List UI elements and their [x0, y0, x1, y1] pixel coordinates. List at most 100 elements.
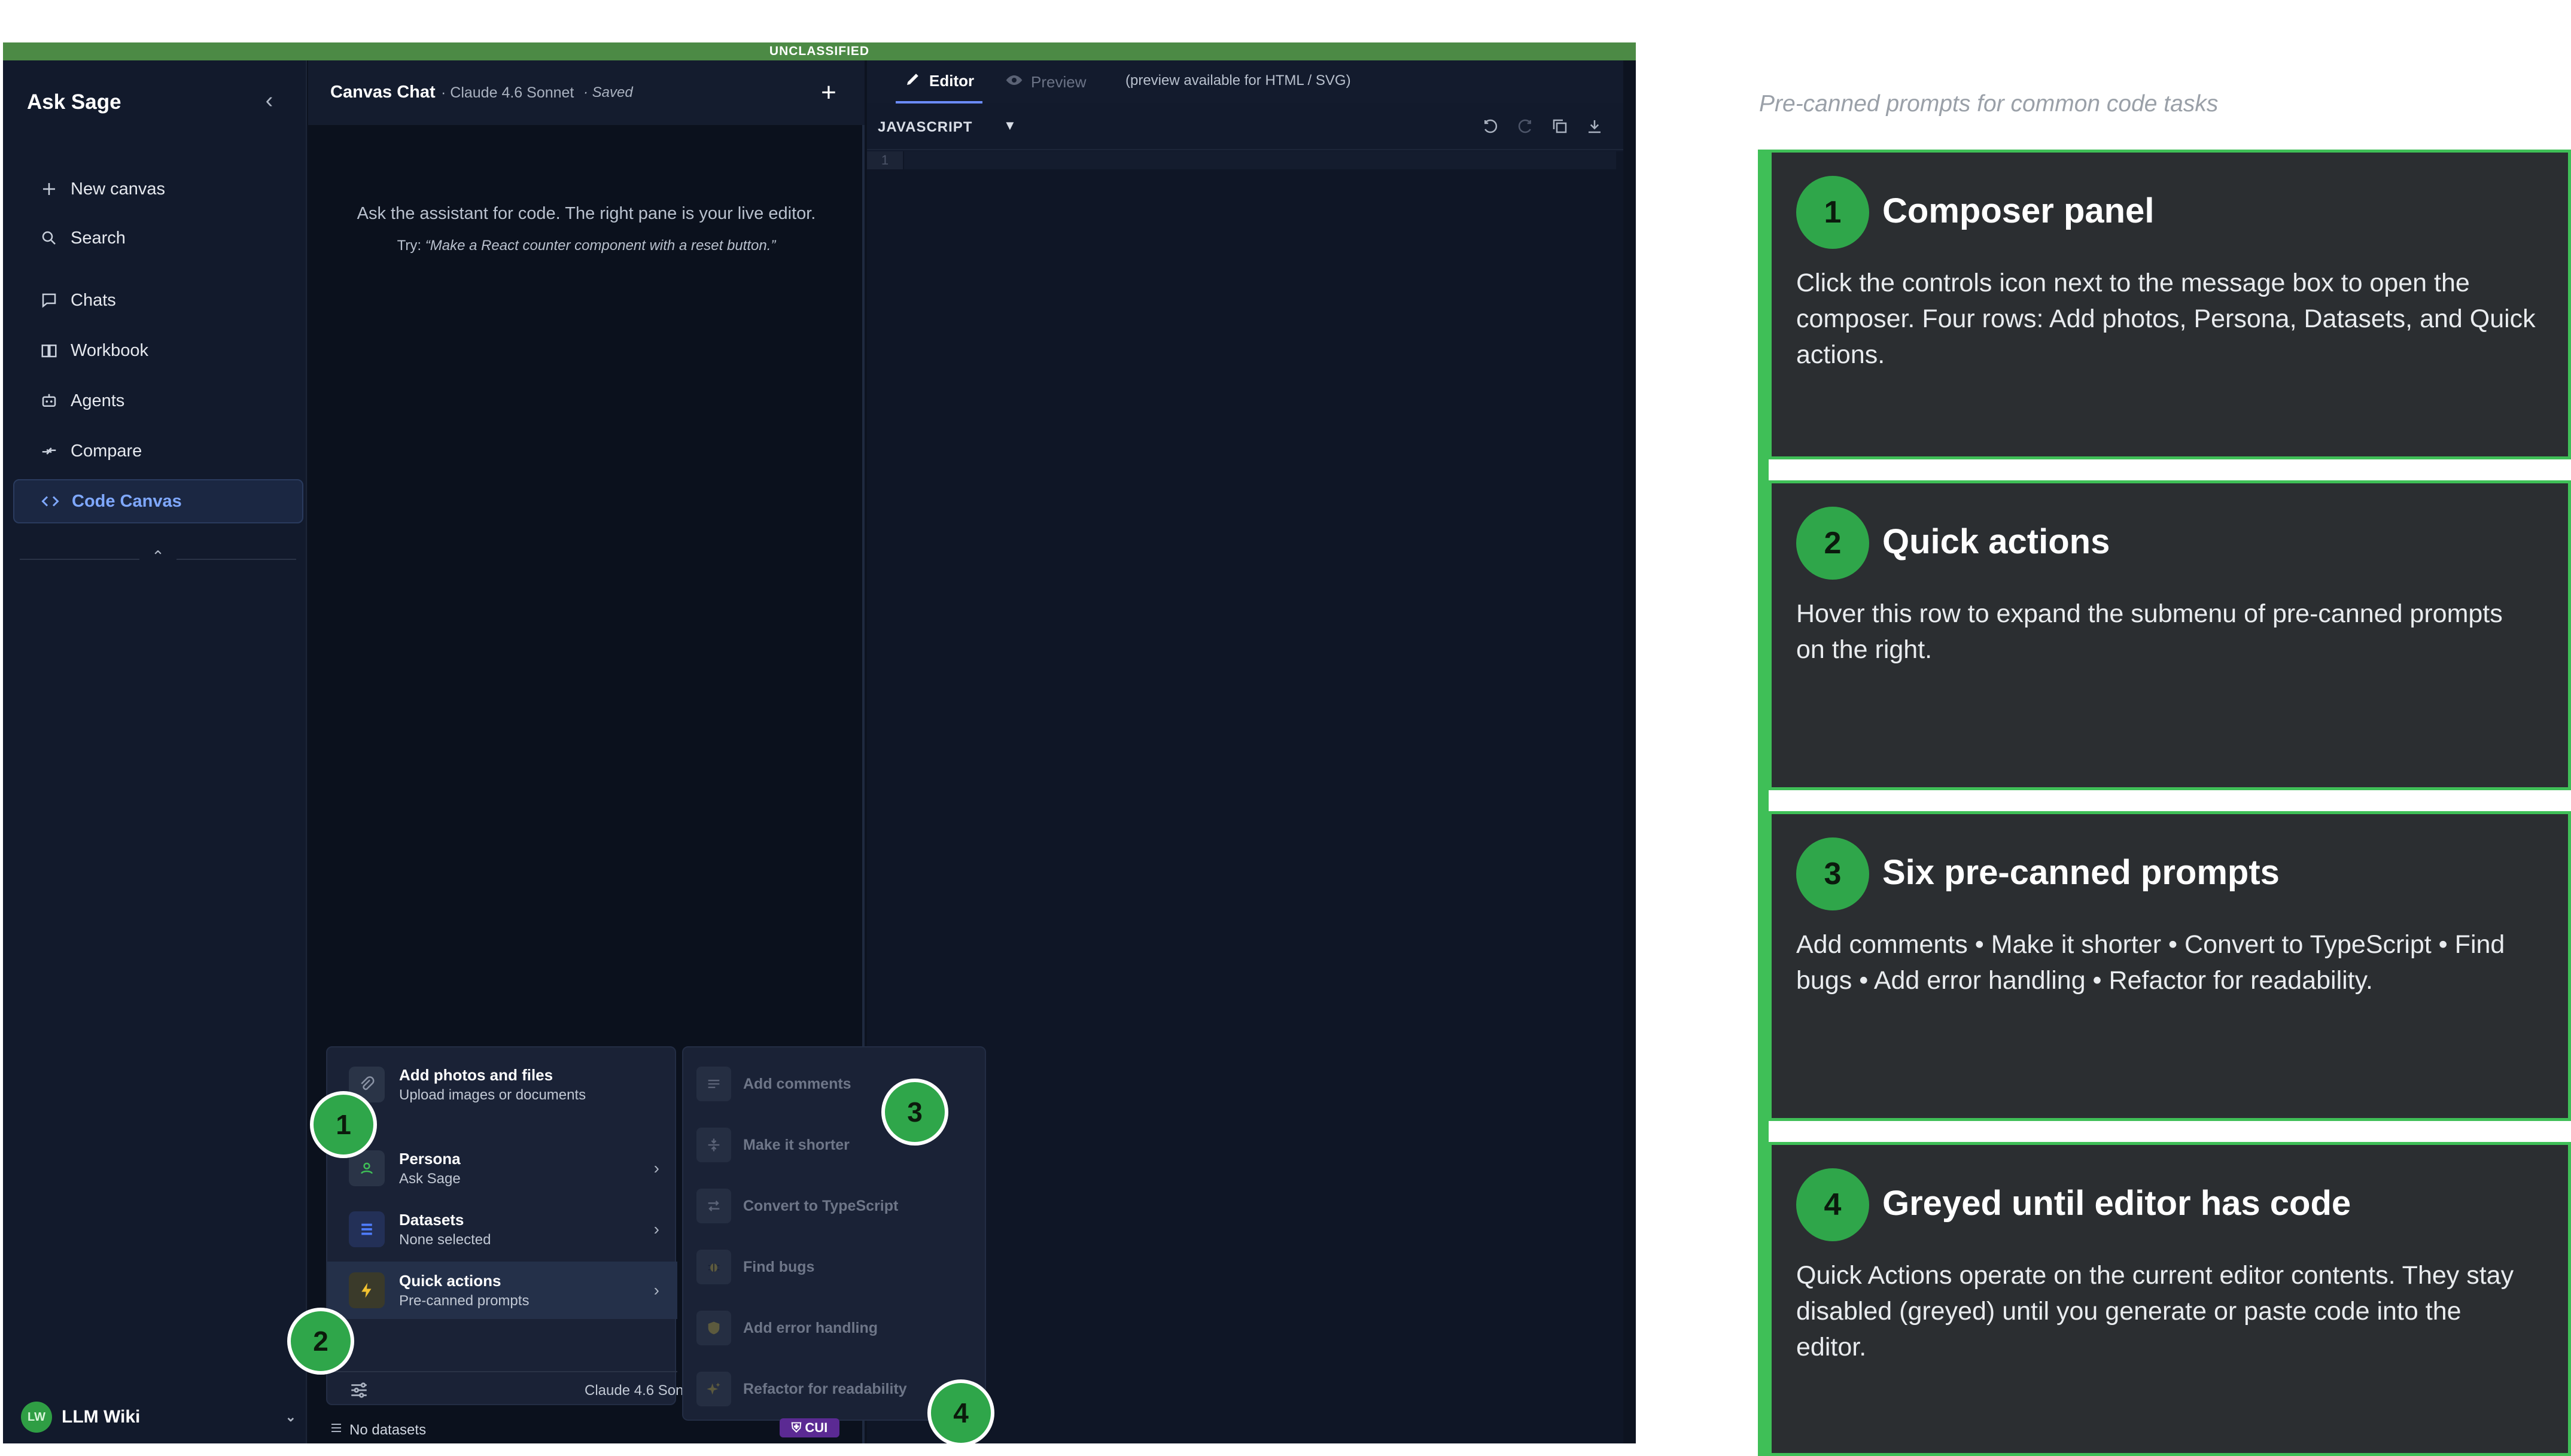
chevron-right-icon: › — [653, 1220, 659, 1238]
language-select[interactable]: JAVASCRIPT — [878, 119, 972, 136]
composer-row-title: Add photos and files — [399, 1065, 553, 1084]
datasets-status-label: No datasets — [349, 1421, 427, 1438]
chat-bubble-icon — [38, 290, 60, 311]
collapse-sidebar-button[interactable]: ‹ — [254, 87, 284, 117]
search-icon — [38, 227, 60, 249]
line-number: 1 — [867, 151, 903, 169]
chat-try-example: Try: “Make a React counter component wit… — [308, 237, 865, 254]
lines-icon — [696, 1067, 731, 1101]
pencil-icon — [904, 70, 922, 92]
copy-icon — [1551, 117, 1569, 138]
preview-note: (preview available for HTML / SVG) — [1125, 72, 1351, 89]
card-body: Add comments • Make it shorter • Convert… — [1796, 930, 2505, 995]
avatar: LW — [21, 1402, 52, 1433]
list-icon — [349, 1211, 385, 1247]
sidebar-item-workbook[interactable]: Workbook — [13, 328, 303, 373]
model-label: · Claude 4.6 Sonnet — [441, 84, 574, 101]
redo-icon — [1516, 117, 1534, 138]
book-icon — [38, 340, 60, 361]
bug-icon — [696, 1250, 731, 1284]
shield-icon — [696, 1311, 731, 1345]
plus-icon — [38, 178, 60, 200]
saved-status: · Saved — [583, 84, 633, 100]
sidebar-item-chats[interactable]: Chats — [13, 278, 303, 322]
undo-button[interactable] — [1478, 115, 1502, 139]
tab-editor[interactable]: Editor — [896, 60, 983, 103]
list-icon — [329, 1421, 343, 1439]
chat-title: Canvas Chat — [330, 83, 436, 102]
sidebar-item-new-canvas[interactable]: New canvas — [13, 167, 303, 211]
annotation-card-1: 1 Composer panel Click the controls icon… — [1769, 150, 2571, 459]
swap-icon — [696, 1189, 731, 1223]
user-name: LLM Wiki — [62, 1407, 141, 1427]
download-button[interactable] — [1583, 115, 1607, 139]
composer-divider — [327, 1371, 677, 1372]
composer-row-quick-actions[interactable]: Quick actions Pre-canned prompts › — [327, 1262, 677, 1319]
card-number: 1 — [1796, 176, 1869, 249]
card-number: 3 — [1796, 837, 1869, 910]
controls-icon[interactable] — [349, 1380, 369, 1405]
chevron-up-icon[interactable]: ⌃ — [149, 547, 167, 566]
composer-row-add-files[interactable]: Add photos and files Upload images or do… — [327, 1056, 677, 1113]
composer-row-title: Datasets — [399, 1210, 464, 1229]
eye-icon — [1005, 71, 1024, 94]
brand-title: Ask Sage — [27, 90, 121, 114]
chat-header: Canvas Chat · Claude 4.6 Sonnet · Saved … — [308, 60, 865, 125]
current-line[interactable] — [904, 151, 1616, 169]
quick-action-label: Add comments — [743, 1075, 851, 1092]
panel-rail — [1758, 150, 1769, 1456]
annotation-card-4: 4 Greyed until editor has code Quick Act… — [1769, 1142, 2571, 1456]
quick-action-label: Make it shorter — [743, 1136, 850, 1153]
compress-icon — [696, 1128, 731, 1162]
quick-action-label: Find bugs — [743, 1258, 815, 1275]
sidebar: Ask Sage ‹ New canvas Search Chats Workb… — [3, 60, 307, 1443]
card-title: Greyed until editor has code — [1882, 1184, 2351, 1223]
quick-action-convert-typescript: Convert to TypeScript — [683, 1175, 985, 1236]
card-body: Hover this row to expand the submenu of … — [1796, 599, 2503, 664]
user-menu[interactable]: LW LLM Wiki ⌄ — [21, 1399, 296, 1435]
tab-preview[interactable]: Preview — [1005, 60, 1086, 103]
quick-action-label: Add error handling — [743, 1319, 878, 1336]
card-body: Quick Actions operate on the current edi… — [1796, 1261, 2514, 1361]
try-example: “Make a React counter component with a r… — [425, 237, 776, 254]
annotation-card-3: 3 Six pre-canned prompts Add comments • … — [1769, 811, 2571, 1121]
caret-down-icon[interactable]: ▼ — [1003, 118, 1017, 133]
composer-row-sub: Pre-canned prompts — [399, 1292, 530, 1309]
card-title: Six pre-canned prompts — [1882, 853, 2280, 892]
sidebar-item-code-canvas[interactable]: Code Canvas — [13, 479, 303, 523]
sidebar-item-search[interactable]: Search — [13, 216, 303, 260]
callout-1: 1 — [310, 1091, 377, 1158]
lightning-icon — [349, 1272, 385, 1308]
card-title: Composer panel — [1882, 191, 2155, 230]
chevron-right-icon: › — [653, 1159, 659, 1177]
sidebar-item-agents[interactable]: Agents — [13, 379, 303, 423]
datasets-status[interactable]: No datasets — [329, 1421, 426, 1439]
redo-button[interactable] — [1513, 115, 1537, 139]
composer-row-title: Persona — [399, 1149, 461, 1168]
editor-toolbar: JAVASCRIPT ▼ — [867, 105, 1623, 150]
composer-row-sub: Upload images or documents — [399, 1086, 586, 1103]
quick-action-label: Refactor for readability — [743, 1380, 907, 1397]
sidebar-item-label: Agents — [71, 391, 125, 410]
composer-row-sub: None selected — [399, 1231, 491, 1248]
composer-row-persona[interactable]: Persona Ask Sage › — [327, 1140, 677, 1197]
undo-icon — [1481, 117, 1499, 138]
classification-banner: UNCLASSIFIED — [3, 42, 1636, 60]
callout-3: 3 — [881, 1079, 948, 1146]
quick-action-label: Convert to TypeScript — [743, 1197, 899, 1214]
robot-icon — [38, 390, 60, 412]
sidebar-item-compare[interactable]: Compare — [13, 429, 303, 473]
copy-button[interactable] — [1548, 115, 1572, 139]
composer-row-datasets[interactable]: Datasets None selected › — [327, 1201, 677, 1258]
chat-hint: Ask the assistant for code. The right pa… — [357, 204, 816, 223]
quick-action-add-error-handling: Add error handling — [683, 1297, 985, 1358]
sidebar-item-label: Code Canvas — [72, 491, 182, 511]
chevron-left-icon: ‹ — [265, 88, 273, 113]
try-prefix: Try: — [397, 237, 422, 254]
cui-badge: ⛨ CUI — [780, 1418, 839, 1437]
shield-icon: ⛨ — [791, 1420, 802, 1435]
new-chat-button[interactable]: + — [811, 76, 847, 112]
sidebar-item-label: Chats — [71, 290, 116, 310]
sidebar-item-label: Workbook — [71, 340, 149, 360]
card-number: 4 — [1796, 1168, 1869, 1241]
